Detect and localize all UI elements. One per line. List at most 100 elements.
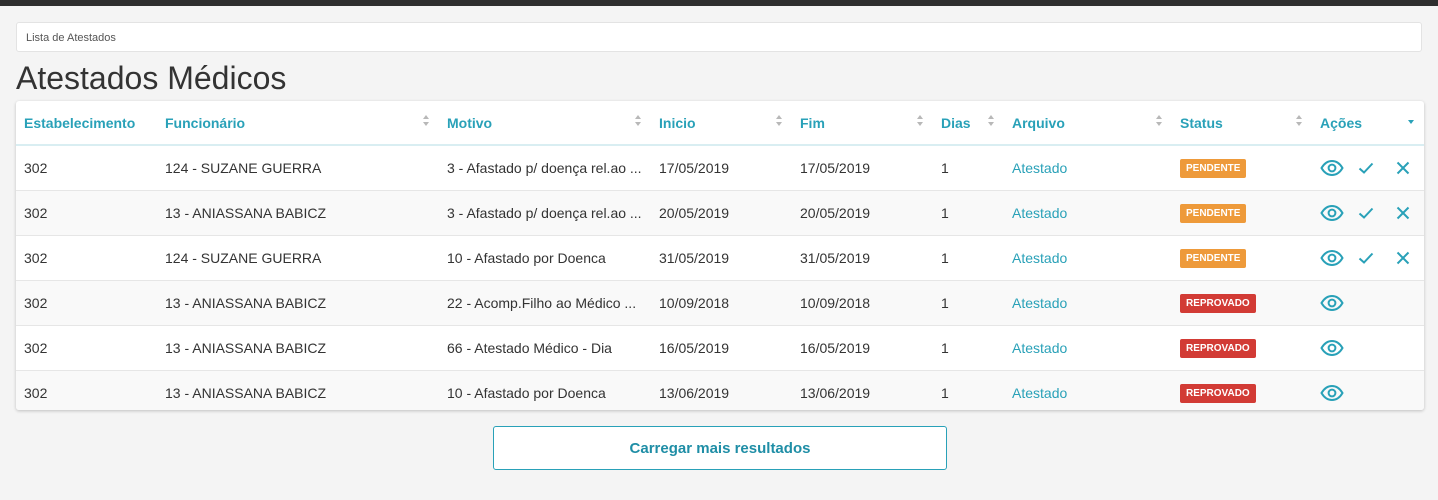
breadcrumb: Lista de Atestados <box>16 22 1422 52</box>
cell-funcionario: 13 - ANIASSANA BABICZ <box>157 190 439 236</box>
cell-dias: 1 <box>933 145 1004 191</box>
sort-desc-icon <box>1408 114 1414 130</box>
cell-fim: 17/05/2019 <box>792 145 933 191</box>
view-icon[interactable] <box>1320 205 1344 221</box>
cell-motivo: 10 - Afastado por Doenca <box>439 370 651 410</box>
view-icon[interactable] <box>1320 160 1344 176</box>
atestados-table: Estabelecimento Funcionário Motivo Inici… <box>16 101 1424 410</box>
cell-estabelecimento: 302 <box>16 235 157 281</box>
table-row[interactable]: 302 13 - ANIASSANA BABICZ 10 - Afastado … <box>16 370 1424 410</box>
cell-fim: 13/06/2019 <box>792 370 933 410</box>
sort-icon <box>1296 114 1302 130</box>
cell-dias: 1 <box>933 370 1004 410</box>
atestados-table-card: Estabelecimento Funcionário Motivo Inici… <box>16 101 1424 410</box>
status-badge: PENDENTE <box>1180 159 1247 178</box>
cell-arquivo: Atestado <box>1004 280 1172 326</box>
sort-icon <box>988 114 994 130</box>
cell-funcionario: 13 - ANIASSANA BABICZ <box>157 370 439 410</box>
cell-acoes <box>1312 235 1424 281</box>
atestado-file-link[interactable]: Atestado <box>1012 385 1067 401</box>
atestado-file-link[interactable]: Atestado <box>1012 160 1067 176</box>
table-body: 302 124 - SUZANE GUERRA 3 - Afastado p/ … <box>16 145 1424 410</box>
column-header-fim[interactable]: Fim <box>792 101 933 146</box>
cell-acoes <box>1312 280 1424 326</box>
cell-status: REPROVADO <box>1172 325 1312 371</box>
cell-fim: 20/05/2019 <box>792 190 933 236</box>
cell-inicio: 16/05/2019 <box>651 325 792 371</box>
cell-arquivo: Atestado <box>1004 325 1172 371</box>
cell-arquivo: Atestado <box>1004 190 1172 236</box>
cell-status: PENDENTE <box>1172 145 1312 191</box>
close-icon[interactable] <box>1396 161 1410 175</box>
cell-estabelecimento: 302 <box>16 280 157 326</box>
sort-icon <box>776 114 782 130</box>
atestado-file-link[interactable]: Atestado <box>1012 295 1067 311</box>
cell-motivo: 3 - Afastado p/ doença rel.ao ... <box>439 145 651 191</box>
column-header-acoes[interactable]: Ações <box>1312 101 1424 146</box>
cell-status: REPROVADO <box>1172 370 1312 410</box>
cell-estabelecimento: 302 <box>16 325 157 371</box>
atestado-file-link[interactable]: Atestado <box>1012 250 1067 266</box>
row-actions <box>1320 281 1424 325</box>
cell-arquivo: Atestado <box>1004 370 1172 410</box>
cell-fim: 10/09/2018 <box>792 280 933 326</box>
row-actions <box>1320 326 1424 370</box>
view-icon[interactable] <box>1320 385 1344 401</box>
cell-motivo: 10 - Afastado por Doenca <box>439 235 651 281</box>
check-icon[interactable] <box>1358 252 1374 264</box>
view-icon[interactable] <box>1320 250 1344 266</box>
table-row[interactable]: 302 13 - ANIASSANA BABICZ 66 - Atestado … <box>16 325 1424 371</box>
cell-motivo: 3 - Afastado p/ doença rel.ao ... <box>439 190 651 236</box>
close-icon[interactable] <box>1396 206 1410 220</box>
load-more-button[interactable]: Carregar mais resultados <box>493 426 947 470</box>
sort-icon <box>917 114 923 130</box>
row-actions <box>1320 236 1424 280</box>
cell-acoes <box>1312 370 1424 410</box>
cell-dias: 1 <box>933 325 1004 371</box>
table-row[interactable]: 302 124 - SUZANE GUERRA 3 - Afastado p/ … <box>16 145 1424 191</box>
column-header-estabelecimento[interactable]: Estabelecimento <box>16 101 157 146</box>
column-header-motivo[interactable]: Motivo <box>439 101 651 146</box>
atestado-file-link[interactable]: Atestado <box>1012 205 1067 221</box>
cell-acoes <box>1312 145 1424 191</box>
cell-inicio: 13/06/2019 <box>651 370 792 410</box>
column-header-arquivo[interactable]: Arquivo <box>1004 101 1172 146</box>
column-header-dias[interactable]: Dias <box>933 101 1004 146</box>
cell-estabelecimento: 302 <box>16 190 157 236</box>
column-header-inicio[interactable]: Inicio <box>651 101 792 146</box>
check-icon[interactable] <box>1358 162 1374 174</box>
cell-funcionario: 13 - ANIASSANA BABICZ <box>157 325 439 371</box>
cell-arquivo: Atestado <box>1004 145 1172 191</box>
view-icon[interactable] <box>1320 340 1344 356</box>
check-icon[interactable] <box>1358 207 1374 219</box>
cell-acoes <box>1312 325 1424 371</box>
column-header-status[interactable]: Status <box>1172 101 1312 146</box>
atestado-file-link[interactable]: Atestado <box>1012 340 1067 356</box>
status-badge: REPROVADO <box>1180 339 1256 358</box>
sort-icon <box>423 114 429 130</box>
breadcrumb-item[interactable]: Lista de Atestados <box>26 32 116 44</box>
cell-inicio: 20/05/2019 <box>651 190 792 236</box>
status-badge: REPROVADO <box>1180 294 1256 313</box>
cell-status: PENDENTE <box>1172 235 1312 281</box>
cell-inicio: 10/09/2018 <box>651 280 792 326</box>
cell-acoes <box>1312 190 1424 236</box>
cell-funcionario: 13 - ANIASSANA BABICZ <box>157 280 439 326</box>
cell-fim: 16/05/2019 <box>792 325 933 371</box>
status-badge: PENDENTE <box>1180 249 1247 268</box>
table-row[interactable]: 302 13 - ANIASSANA BABICZ 22 - Acomp.Fil… <box>16 280 1424 326</box>
column-header-funcionario[interactable]: Funcionário <box>157 101 439 146</box>
row-actions <box>1320 146 1424 190</box>
cell-inicio: 17/05/2019 <box>651 145 792 191</box>
view-icon[interactable] <box>1320 295 1344 311</box>
cell-motivo: 22 - Acomp.Filho ao Médico ... <box>439 280 651 326</box>
cell-dias: 1 <box>933 280 1004 326</box>
cell-estabelecimento: 302 <box>16 145 157 191</box>
table-row[interactable]: 302 13 - ANIASSANA BABICZ 3 - Afastado p… <box>16 190 1424 236</box>
status-badge: REPROVADO <box>1180 384 1256 403</box>
page-title: Atestados Médicos <box>16 60 287 96</box>
table-row[interactable]: 302 124 - SUZANE GUERRA 10 - Afastado po… <box>16 235 1424 281</box>
close-icon[interactable] <box>1396 251 1410 265</box>
table-header-row: Estabelecimento Funcionário Motivo Inici… <box>16 101 1424 146</box>
cell-dias: 1 <box>933 235 1004 281</box>
